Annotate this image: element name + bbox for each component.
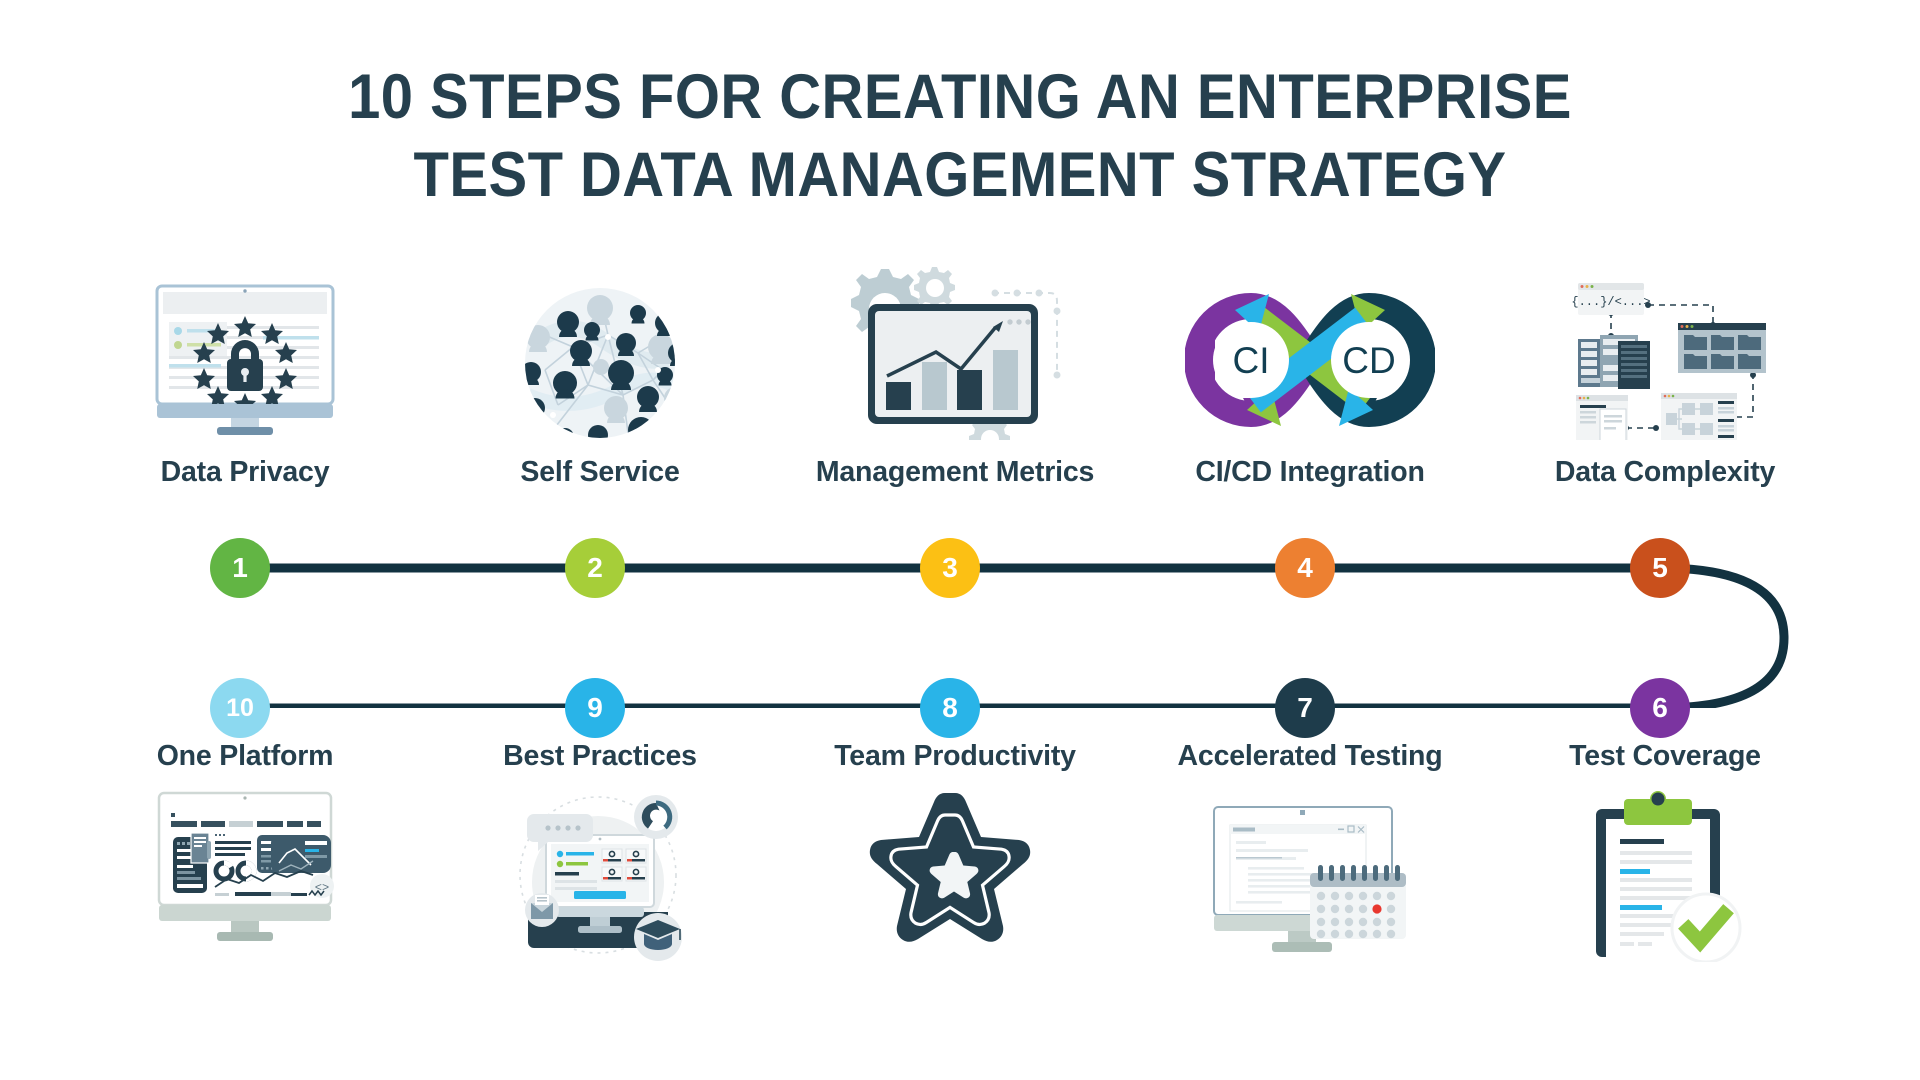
- timeline-node-2[interactable]: 2: [565, 538, 625, 598]
- title-line-2: Test Data Management Strategy: [413, 140, 1507, 210]
- node-number-6: 6: [1652, 692, 1668, 723]
- step-column-3: Management Metrics: [795, 267, 1115, 489]
- node-number-5: 5: [1652, 552, 1668, 583]
- dashboard-bar-chart-gears-icon: [795, 267, 1115, 440]
- step-column-5: {...}/<...> Data Complexity: [1505, 270, 1825, 489]
- step-label-7: Accelerated Testing: [1177, 740, 1443, 772]
- nested-star-icon: [795, 787, 1115, 967]
- code-window-text: {...}/<...>: [1571, 295, 1650, 309]
- node-number-4: 4: [1297, 552, 1313, 583]
- step-label-4: CI/CD Integration: [1195, 456, 1425, 488]
- step-column-4: CI CD CI/CD Integration: [1150, 270, 1470, 489]
- step-label-5: Data Complexity: [1554, 456, 1776, 488]
- step-column-10: One Platform <>: [85, 740, 405, 967]
- step-column-7: Accelerated Testing: [1150, 740, 1470, 967]
- timeline-node-3[interactable]: 3: [920, 538, 980, 598]
- node-number-9: 9: [587, 692, 603, 723]
- monitor-calendar-icon: [1150, 787, 1470, 967]
- node-number-7: 7: [1297, 692, 1313, 723]
- step-label-2: Self Service: [520, 456, 680, 488]
- cicd-right-text: CD: [1342, 340, 1395, 381]
- timeline-node-5[interactable]: 5: [1630, 538, 1690, 598]
- step-label-3: Management Metrics: [815, 456, 1095, 488]
- clipboard-checkmark-icon: [1505, 787, 1825, 967]
- monitor-learning-chat-icon: [440, 787, 760, 967]
- timeline-node-8[interactable]: 8: [920, 678, 980, 738]
- step-column-6: Test Coverage: [1505, 740, 1825, 967]
- cicd-left-text: CI: [1233, 340, 1270, 381]
- title-line-1: 10 Steps for Creating an Enterprise: [348, 62, 1572, 132]
- step-column-1: Data Privacy: [85, 270, 405, 489]
- monitor-analytics-dashboard-icon: <>: [85, 787, 405, 967]
- timeline-node-7[interactable]: 7: [1275, 678, 1335, 738]
- user-network-circle-icon: [440, 270, 760, 440]
- timeline-path: [235, 563, 1789, 708]
- step-column-8: Team Productivity: [795, 740, 1115, 967]
- timeline-node-4[interactable]: 4: [1275, 538, 1335, 598]
- node-number-2: 2: [587, 552, 603, 583]
- step-column-2: Self Service: [440, 270, 760, 489]
- timeline-node-10[interactable]: 10: [210, 678, 270, 738]
- timeline-node-1[interactable]: 1: [210, 538, 270, 598]
- connected-windows-servers-icon: {...}/<...>: [1505, 270, 1825, 440]
- node-number-10: 10: [226, 693, 254, 722]
- step-label-6: Test Coverage: [1569, 740, 1761, 772]
- infographic-page: 10 Steps for Creating an Enterprise Test…: [0, 0, 1920, 1080]
- node-number-1: 1: [232, 552, 248, 583]
- monitor-lock-stars-icon: [85, 270, 405, 440]
- node-number-8: 8: [942, 692, 958, 723]
- cicd-infinity-loop-icon: CI CD: [1150, 270, 1470, 440]
- step-label-10: One Platform: [156, 740, 334, 772]
- page-title: 10 Steps for Creating an Enterprise Test…: [0, 58, 1920, 214]
- timeline-node-9[interactable]: 9: [565, 678, 625, 738]
- timeline: 1 2 3 4 5 10 9 8 7 6: [0, 508, 1920, 738]
- step-label-8: Team Productivity: [834, 740, 1076, 772]
- timeline-node-6[interactable]: 6: [1630, 678, 1690, 738]
- step-column-9: Best Practices: [440, 740, 760, 967]
- node-number-3: 3: [942, 552, 958, 583]
- step-label-1: Data Privacy: [160, 456, 330, 488]
- step-label-9: Best Practices: [503, 740, 697, 772]
